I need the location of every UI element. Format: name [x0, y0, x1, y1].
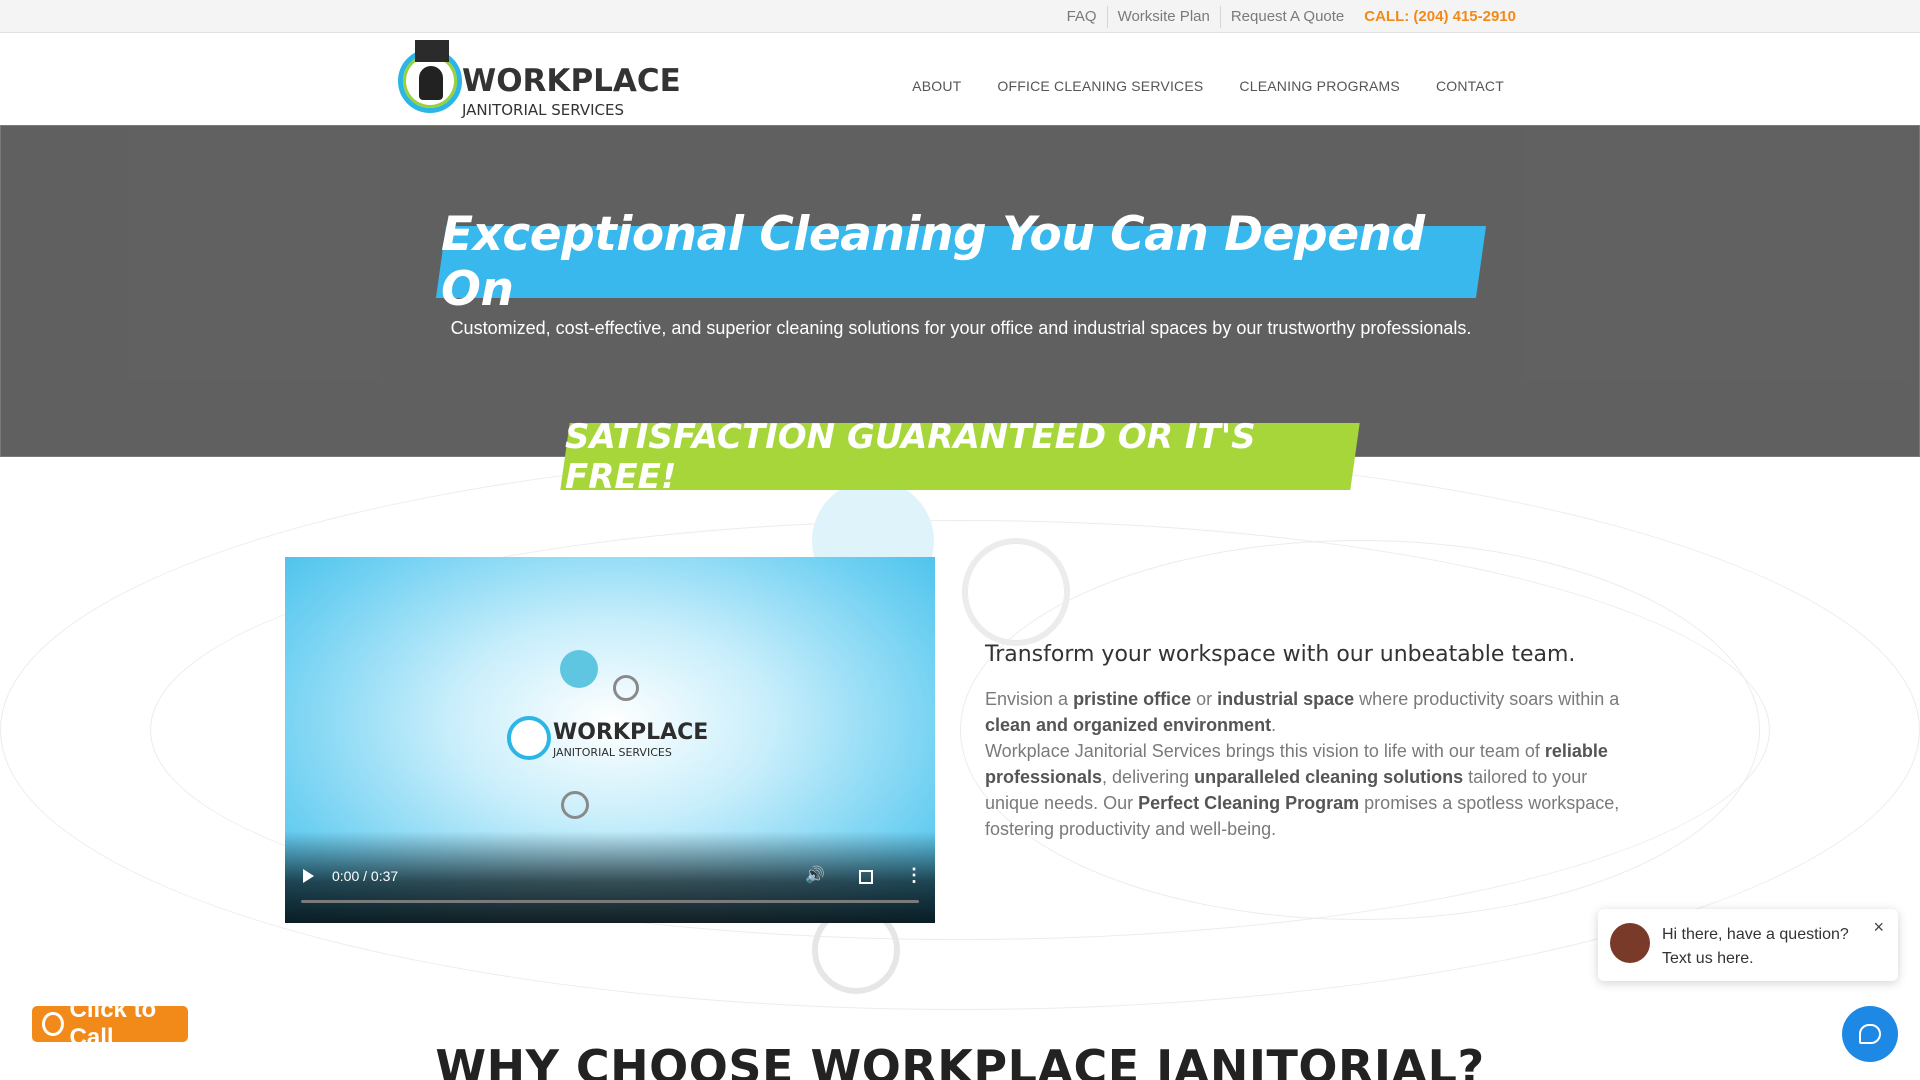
video-decorative-dot: [560, 650, 598, 688]
main-nav: ABOUT OFFICE CLEANING SERVICES CLEANING …: [912, 78, 1504, 94]
phone-icon: [42, 1012, 64, 1036]
intro-video-player[interactable]: WORKPLACE JANITORIAL SERVICES 0:00 / 0:3…: [285, 557, 935, 923]
chat-popup[interactable]: Hi there, have a question? Text us here.…: [1598, 909, 1898, 981]
hero-section: Exceptional Cleaning You Can Depend On C…: [0, 125, 1920, 457]
call-phone-link[interactable]: CALL: (204) 415-2910: [1354, 6, 1526, 28]
chat-launcher-button[interactable]: [1842, 1006, 1898, 1062]
logo-text-workplace: WORKPLACE: [462, 63, 681, 99]
guarantee-text: SATISFACTION GUARANTEED OR IT'S FREE!: [565, 416, 1256, 497]
agent-avatar: [1610, 923, 1650, 963]
intro-text: where productivity soars within a: [1354, 689, 1620, 709]
intro-bold: pristine office: [1073, 689, 1192, 709]
faq-link[interactable]: FAQ: [1057, 6, 1107, 28]
video-logo: WORKPLACE JANITORIAL SERVICES: [507, 712, 717, 768]
site-header: WORKPLACE JANITORIAL SERVICES ABOUT OFFI…: [0, 33, 1920, 125]
video-decorative-ring: [613, 675, 639, 701]
hero-subheadline: Customized, cost-effective, and superior…: [450, 318, 1472, 338]
click-to-call-label: Click to Call: [69, 996, 157, 1051]
close-icon[interactable]: ×: [1873, 917, 1884, 938]
top-utility-bar: FAQ Worksite Plan Request A Quote CALL: …: [0, 0, 1920, 33]
video-logo-text-workplace: WORKPLACE: [553, 720, 709, 745]
logo-building-icon: [415, 40, 449, 62]
site-logo[interactable]: WORKPLACE JANITORIAL SERVICES: [398, 40, 681, 119]
utility-links: FAQ Worksite Plan Request A Quote CALL: …: [1057, 0, 1526, 33]
video-progress-bar[interactable]: [301, 900, 919, 903]
hero-headline: Exceptional Cleaning You Can Depend On: [441, 207, 1425, 317]
intro-text: Envision a: [985, 689, 1074, 709]
intro-body: Envision a pristine office or industrial…: [985, 686, 1645, 842]
logo-mark-icon: [398, 40, 462, 113]
intro-bold: clean and organized environment: [985, 715, 1272, 735]
intro-text: .: [1271, 715, 1277, 735]
video-decorative-ring: [561, 791, 589, 819]
chat-line1: Hi there, have a question?: [1662, 926, 1849, 943]
intro-heading: Transform your workspace with our unbeat…: [985, 642, 1576, 667]
chat-icon: [1859, 1024, 1881, 1044]
video-controls: 0:00 / 0:37 🔊 ⋮: [285, 831, 935, 923]
fullscreen-icon[interactable]: [859, 870, 873, 884]
logo-janitor-icon: [419, 66, 443, 100]
intro-text: , delivering: [1102, 767, 1195, 787]
chat-message: Hi there, have a question? Text us here.: [1662, 923, 1849, 971]
nav-office-cleaning-services[interactable]: OFFICE CLEANING SERVICES: [997, 78, 1203, 94]
video-logo-text-janitorial: JANITORIAL SERVICES: [553, 746, 672, 759]
nav-contact[interactable]: CONTACT: [1436, 78, 1504, 94]
chat-line2: Text us here.: [1662, 950, 1754, 967]
volume-icon[interactable]: 🔊: [805, 865, 825, 885]
intro-bold: industrial space: [1217, 689, 1355, 709]
more-icon[interactable]: ⋮: [905, 865, 923, 886]
click-to-call-button[interactable]: Click to Call: [32, 996, 188, 1051]
why-choose-heading: WHY CHOOSE WORKPLACE JANITORIAL?: [435, 1040, 1485, 1080]
intro-text: Workplace Janitorial Services brings thi…: [985, 741, 1545, 761]
request-quote-link[interactable]: Request A Quote: [1219, 5, 1354, 28]
logo-text-janitorial: JANITORIAL SERVICES: [462, 101, 625, 119]
nav-about[interactable]: ABOUT: [912, 78, 961, 94]
decorative-circle: [962, 538, 1070, 646]
video-logo-mark-icon: [507, 716, 551, 760]
intro-bold: unparalleled cleaning solutions: [1194, 767, 1464, 787]
nav-cleaning-programs[interactable]: CLEANING PROGRAMS: [1239, 78, 1400, 94]
worksite-plan-link[interactable]: Worksite Plan: [1106, 5, 1220, 28]
intro-bold: Perfect Cleaning Program: [1138, 793, 1360, 813]
play-icon[interactable]: [303, 869, 314, 883]
intro-text: or: [1191, 689, 1218, 709]
video-time: 0:00 / 0:37: [332, 868, 399, 884]
